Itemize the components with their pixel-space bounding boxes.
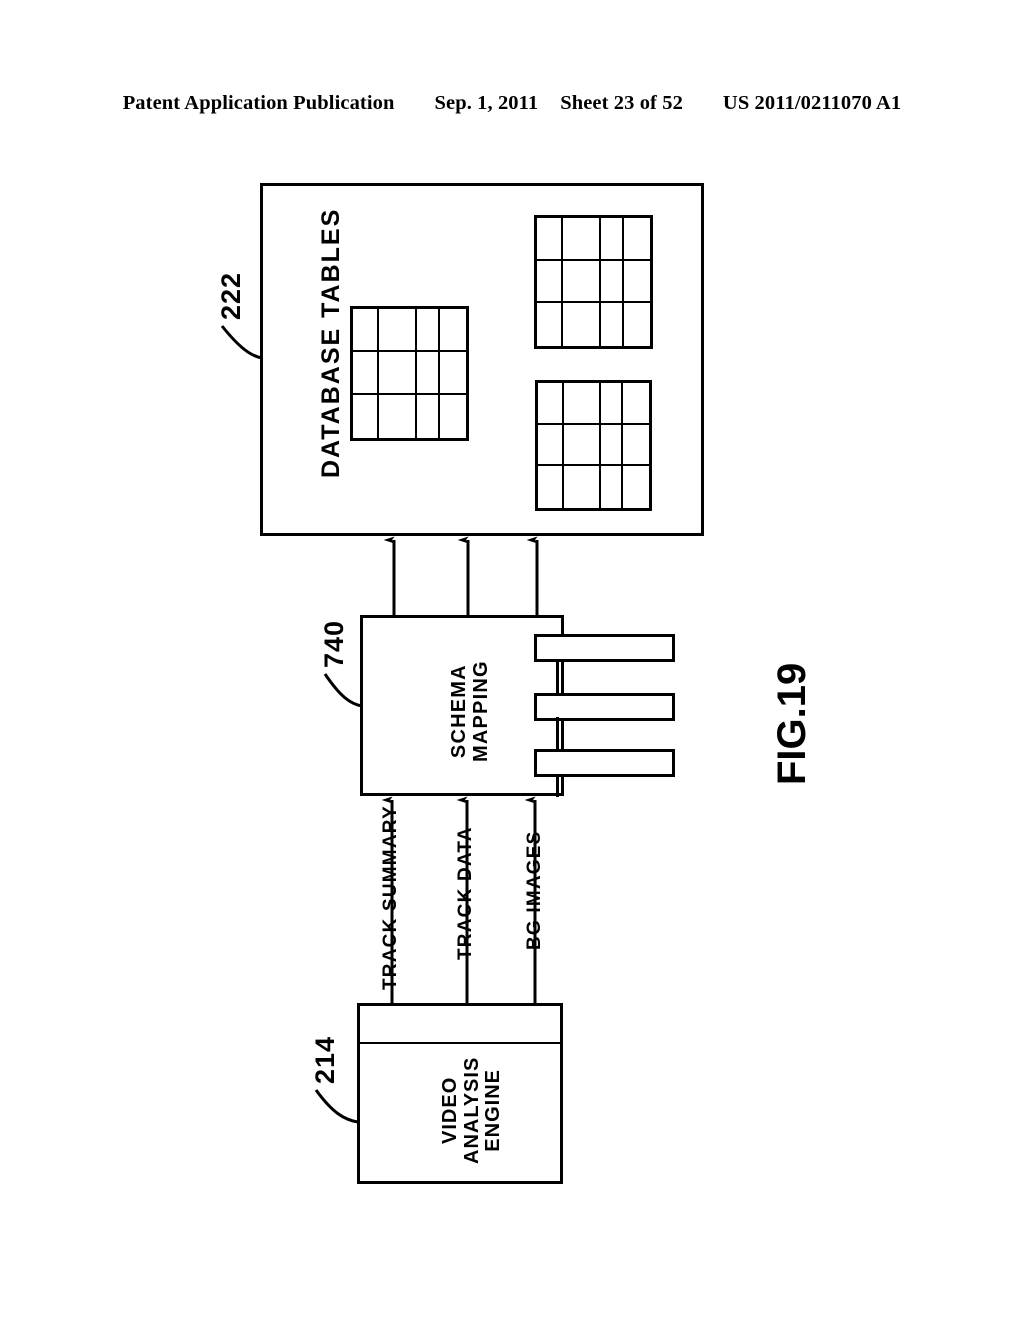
table-cell (379, 352, 418, 395)
flow-label-track-summary: TRACK SUMMARY (380, 805, 401, 990)
flow-label-bg-images: BG IMAGES (524, 830, 545, 950)
mapping-bar-connector-1 (556, 659, 559, 695)
table-cell (379, 395, 418, 438)
table-cell (439, 309, 466, 352)
leader-line-214 (314, 1089, 359, 1124)
table-cell (538, 383, 564, 425)
database-table-c (535, 380, 652, 511)
leader-line-222 (220, 325, 263, 360)
table-cell (624, 303, 650, 346)
mapping-bar-1 (534, 634, 675, 662)
table-cell (601, 424, 624, 467)
video-analysis-engine-label-line2: ANALYSIS (460, 1056, 483, 1164)
leader-line-740 (323, 673, 363, 708)
table-cell (563, 303, 602, 346)
schema-mapping-label: SCHEMA MAPPING (448, 660, 492, 762)
video-analysis-engine-label: VIDEO ANALYSIS ENGINE (439, 1056, 505, 1164)
flow-label-track-data: TRACK DATA (455, 826, 476, 960)
table-cell (538, 466, 564, 508)
reference-numeral-222: 222 (216, 271, 246, 320)
table-cell (623, 383, 649, 425)
schema-mapping-label-line2: MAPPING (469, 660, 492, 762)
video-analysis-engine-label-line3: ENGINE (482, 1069, 505, 1152)
reference-numeral-740: 740 (319, 619, 349, 668)
table-cell (537, 260, 564, 304)
table-cell (417, 352, 440, 395)
mapping-bar-3 (534, 749, 675, 777)
table-cell (440, 395, 466, 438)
table-cell (379, 309, 418, 352)
video-analysis-engine-label-line1: VIDEO (439, 1076, 461, 1144)
table-cell (563, 424, 602, 467)
table-cell (563, 260, 602, 304)
table-cell (417, 309, 440, 352)
table-cell (601, 218, 624, 261)
database-table-a (350, 306, 469, 441)
reference-numeral-214: 214 (310, 1035, 340, 1084)
table-cell (623, 218, 650, 261)
table-cell (623, 261, 650, 304)
table-cell (353, 395, 380, 438)
table-cell (563, 218, 602, 261)
figure-number-label: FIG.19 (770, 662, 814, 785)
table-cell (623, 466, 649, 508)
table-cell (564, 466, 602, 508)
mapping-bar-connector-3 (556, 775, 559, 797)
arrow-schema-to-db-group (383, 536, 539, 615)
table-cell (623, 425, 649, 467)
table-cell (601, 383, 624, 425)
table-cell (563, 383, 602, 425)
patent-figure-19: DATABASE TABLES 222 SCHEMA MAPPING 740 V… (0, 0, 1024, 1320)
table-cell (601, 303, 624, 346)
database-tables-label: DATABASE TABLES (317, 207, 345, 478)
table-cell (353, 309, 380, 352)
table-cell (353, 352, 380, 395)
table-cell (601, 260, 624, 304)
schema-mapping-label-line1: SCHEMA (448, 664, 470, 759)
mapping-bar-connector-2 (556, 717, 559, 751)
table-cell (439, 352, 466, 395)
table-cell (537, 218, 564, 261)
table-cell (601, 466, 624, 508)
video-analysis-engine-divider (357, 1042, 563, 1044)
database-table-b (534, 215, 653, 349)
table-cell (417, 395, 440, 438)
table-cell (537, 303, 564, 346)
table-cell (538, 424, 564, 467)
